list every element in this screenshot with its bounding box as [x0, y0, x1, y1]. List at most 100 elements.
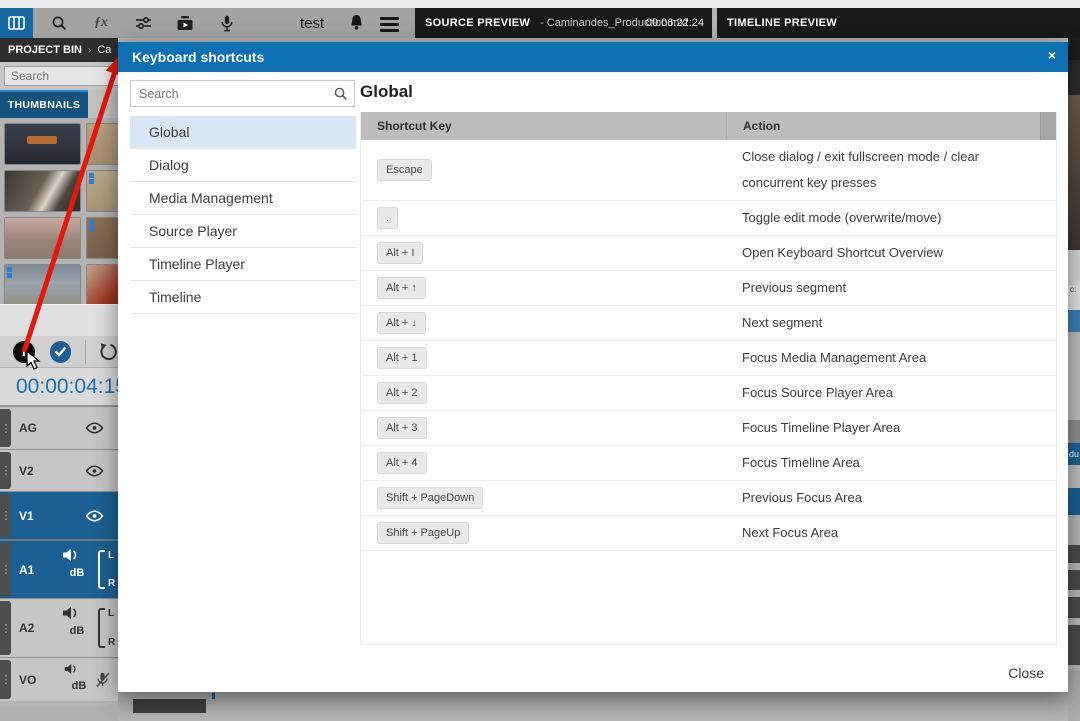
nav-item-dialog[interactable]: Dialog	[130, 149, 356, 182]
menu-hamburger-icon[interactable]	[380, 17, 399, 35]
bg-waveform-fragment	[1068, 597, 1080, 618]
clip-thumbnail[interactable]	[5, 124, 80, 164]
nav-item-source-player[interactable]: Source Player	[130, 215, 356, 248]
info-icon[interactable]: i	[13, 341, 35, 363]
track-drag-handle[interactable]: ⋮	[0, 543, 11, 596]
notifications-bell-icon[interactable]	[348, 14, 365, 32]
search-icon[interactable]	[43, 8, 75, 38]
track-drag-handle[interactable]: ⋮	[0, 452, 11, 489]
source-preview-title: SOURCE PREVIEW	[425, 17, 530, 29]
track-drag-handle[interactable]: ⋮	[0, 409, 11, 447]
shortcut-action: Open Keyboard Shortcut Overview	[726, 236, 1056, 270]
horizontal-scrollbar[interactable]	[133, 699, 206, 713]
track-label: V2	[19, 464, 34, 478]
panels-icon[interactable]	[0, 8, 33, 38]
eye-visibility-icon[interactable]	[85, 422, 104, 435]
bg-fragment	[1068, 670, 1080, 721]
timeline-mini-toolbar: i	[0, 336, 118, 368]
microphone-icon[interactable]	[211, 8, 243, 38]
shortcut-action: Next Focus Area	[726, 516, 1056, 550]
nav-item-global[interactable]: Global	[130, 116, 356, 149]
check-icon[interactable]	[50, 341, 72, 363]
track-row-vo[interactable]: ⋮ VO dB	[0, 657, 118, 701]
table-scrollbar[interactable]	[1040, 112, 1056, 140]
track-drag-handle[interactable]: ⋮	[0, 660, 11, 699]
bg-fragment	[1068, 310, 1080, 332]
breadcrumb-project-bin[interactable]: PROJECT BIN	[8, 44, 82, 56]
shortcut-row: Shift + PageDown Previous Focus Area	[361, 481, 1056, 516]
bin-search-input[interactable]	[4, 66, 124, 86]
track-row-a2[interactable]: ⋮ A2 dB L R	[0, 598, 118, 657]
bg-fragment	[1068, 60, 1080, 95]
channel-routing: L R	[98, 608, 115, 648]
key-badge: Shift + PageUp	[377, 522, 469, 544]
close-button[interactable]: Close	[1008, 665, 1044, 681]
close-icon[interactable]: ×	[1048, 47, 1056, 63]
shortcut-category-nav: Global Dialog Media Management Source Pl…	[130, 116, 356, 314]
channel-left-label: L	[108, 608, 115, 619]
thumbnail-grid	[0, 118, 118, 306]
column-header-shortcut-key: Shortcut Key	[361, 119, 726, 133]
bg-fragment	[1068, 332, 1080, 420]
key-badge: .	[377, 207, 398, 229]
shortcut-row: Alt + I Open Keyboard Shortcut Overview	[361, 236, 1056, 271]
bg-text-fragment: c:	[1068, 285, 1080, 310]
toolbar-divider	[85, 340, 86, 364]
sliders-icon[interactable]	[127, 8, 159, 38]
timecode-bar: 00:00:04:15	[0, 368, 118, 406]
shortcut-row: Alt + 2 Focus Source Player Area	[361, 376, 1056, 411]
shortcut-action: Focus Media Management Area	[726, 341, 1056, 375]
track-row-v2[interactable]: ⋮ V2	[0, 449, 118, 491]
column-header-action: Action	[726, 112, 1056, 140]
clip-thumbnail[interactable]	[5, 265, 80, 305]
bg-waveform-fragment	[1068, 625, 1080, 665]
track-row-ag[interactable]: ⋮ AG	[0, 406, 118, 449]
export-icon[interactable]	[169, 8, 201, 38]
source-preview-timecode: 00:06:22:24	[646, 17, 704, 29]
clip-thumbnail[interactable]	[5, 218, 80, 258]
key-badge: Alt + I	[377, 242, 423, 264]
channel-left-label: L	[108, 550, 115, 561]
source-preview-header: SOURCE PREVIEW - Caminandes_Production.m…	[415, 8, 712, 38]
timeline-preview-header: TIMELINE PREVIEW	[717, 8, 1080, 38]
speaker-icon[interactable]	[64, 663, 94, 675]
clip-thumbnail[interactable]	[87, 265, 118, 305]
nav-item-timeline-player[interactable]: Timeline Player	[130, 248, 356, 281]
player-timecode: 00:00:04:15	[16, 375, 118, 399]
eye-visibility-icon[interactable]	[85, 509, 104, 522]
bg-fragment	[1068, 250, 1080, 285]
bg-fragment	[1068, 38, 1080, 60]
speaker-icon[interactable]	[62, 606, 92, 620]
speaker-icon[interactable]	[62, 548, 92, 562]
db-label[interactable]: dB	[64, 680, 94, 692]
db-label[interactable]: dB	[62, 567, 92, 579]
bg-clip-label-fragment: du	[1068, 443, 1080, 465]
track-drag-handle[interactable]: ⋮	[0, 494, 11, 537]
shortcut-row: Alt + ↑ Previous segment	[361, 271, 1056, 306]
key-badge: Alt + 2	[377, 382, 427, 404]
shortcut-search-input[interactable]	[130, 80, 355, 107]
clip-thumbnail[interactable]	[5, 171, 80, 211]
db-label[interactable]: dB	[62, 625, 92, 637]
track-drag-handle[interactable]: ⋮	[0, 601, 11, 655]
undo-icon[interactable]	[98, 342, 118, 362]
clip-thumbnail[interactable]	[87, 124, 118, 164]
breadcrumb-chevron: ›	[88, 45, 91, 56]
channel-right-label: R	[108, 637, 115, 648]
clip-thumbnail[interactable]	[87, 218, 118, 258]
track-row-a1[interactable]: ⋮ A1 dB L R	[0, 539, 118, 598]
effects-icon[interactable]: ƒx	[85, 8, 117, 38]
workspace-label[interactable]: test	[300, 15, 324, 32]
breadcrumb-folder[interactable]: Ca	[97, 44, 111, 56]
mic-muted-icon[interactable]	[95, 672, 110, 688]
key-badge: Alt + 3	[377, 417, 427, 439]
track-row-v1[interactable]: ⋮ V1	[0, 491, 118, 539]
panel-divider-strip	[0, 304, 118, 336]
tab-thumbnails[interactable]: THUMBNAILS	[0, 90, 88, 118]
clip-thumbnail[interactable]	[87, 171, 118, 211]
eye-visibility-icon[interactable]	[85, 464, 104, 477]
bin-tab-row: THUMBNAILS	[0, 90, 118, 118]
nav-item-media-management[interactable]: Media Management	[130, 182, 356, 215]
nav-item-timeline[interactable]: Timeline	[130, 281, 356, 314]
shortcut-action: Previous segment	[726, 271, 1056, 305]
